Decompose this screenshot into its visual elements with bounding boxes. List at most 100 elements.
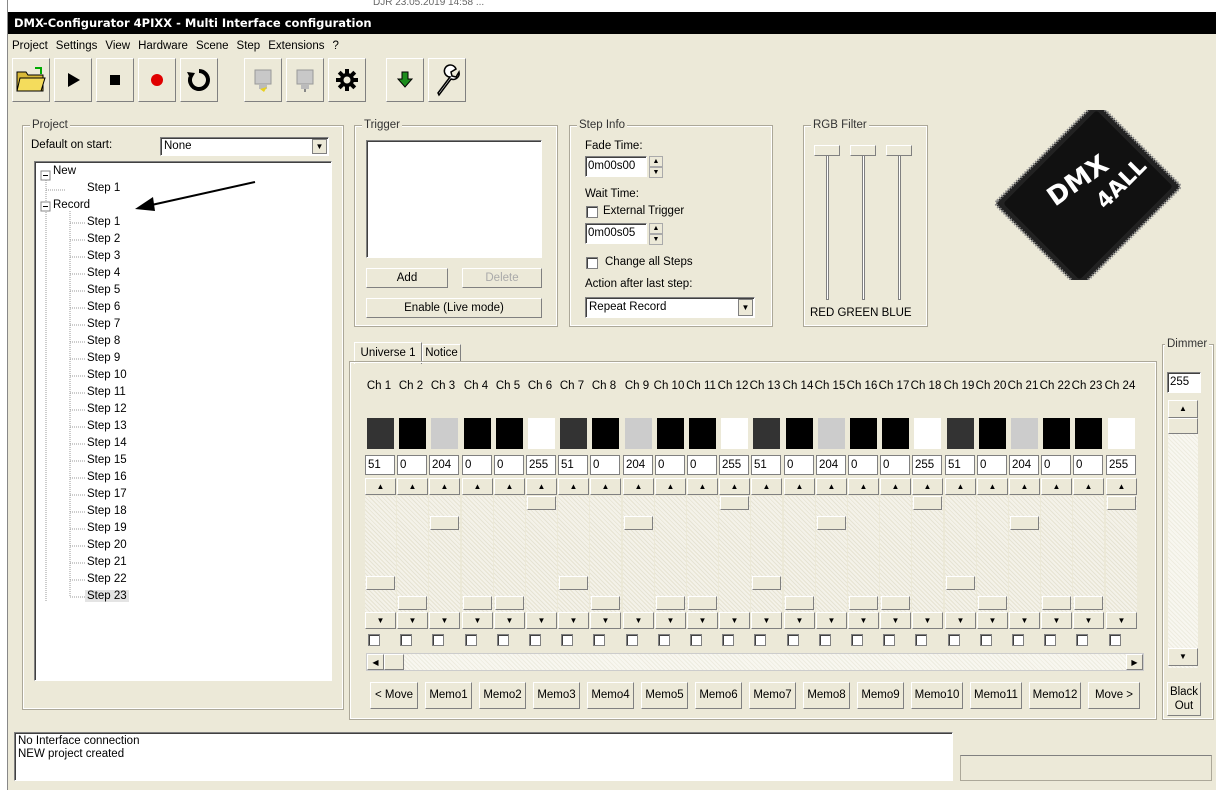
channel-slider-thumb[interactable] [720,496,749,510]
channel-down-button[interactable]: ▼ [494,612,525,629]
memo-button[interactable]: Memo5 [641,682,688,709]
move-left-button[interactable]: < Move [370,682,418,709]
channel-slider-track[interactable] [462,496,493,612]
channel-checkbox[interactable] [465,634,477,646]
channel-value-input[interactable]: 255 [526,455,556,475]
channel-slider-thumb[interactable] [398,596,427,610]
channel-value-input[interactable]: 255 [1106,455,1136,475]
channel-checkbox[interactable] [1012,634,1024,646]
open-folder-button[interactable] [12,58,50,102]
channel-down-button[interactable]: ▼ [816,612,847,629]
channel-down-button[interactable]: ▼ [429,612,460,629]
channel-up-button[interactable]: ▲ [526,478,557,495]
move-right-button[interactable]: Move > [1088,682,1140,709]
tree-item-record-step[interactable]: Step 6 [87,301,120,313]
memo-button[interactable]: Memo4 [587,682,634,709]
trigger-list[interactable] [366,140,542,258]
channel-down-button[interactable]: ▼ [719,612,750,629]
tree-item-record-step[interactable]: Step 7 [87,318,120,330]
channel-value-input[interactable]: 0 [494,455,524,475]
channel-value-input[interactable]: 204 [429,455,459,475]
channel-slider-thumb[interactable] [849,596,878,610]
channel-checkbox[interactable] [529,634,541,646]
menu-settings[interactable]: Settings [52,36,102,56]
tree-item-record-step[interactable]: Step 19 [87,522,127,534]
channel-value-input[interactable]: 0 [462,455,492,475]
channel-checkbox[interactable] [497,634,509,646]
channel-slider-track[interactable] [558,496,589,612]
channel-value-input[interactable]: 204 [816,455,846,475]
memo-button[interactable]: Memo2 [479,682,526,709]
channel-slider-thumb[interactable] [559,576,588,590]
channel-slider-thumb[interactable] [881,596,910,610]
channel-slider-track[interactable] [429,496,460,612]
play-button[interactable] [54,58,92,102]
channel-slider-thumb[interactable] [366,576,395,590]
channel-down-button[interactable]: ▼ [687,612,718,629]
memo-button[interactable]: Memo12 [1029,682,1081,709]
tree-node-new[interactable]: New [53,165,76,177]
channel-value-input[interactable]: 0 [1073,455,1103,475]
channel-checkbox[interactable] [819,634,831,646]
wait-time-input[interactable]: 0m00s05 [585,223,647,244]
menu-project[interactable]: Project [8,36,52,56]
tree-item-record-step[interactable]: Step 4 [87,267,120,279]
dimmer-down-button[interactable]: ▼ [1168,648,1198,666]
tree-item-record-step[interactable]: Step 20 [87,539,127,551]
tree-item-record-step[interactable]: Step 2 [87,233,120,245]
channel-value-input[interactable]: 0 [397,455,427,475]
channel-checkbox[interactable] [626,634,638,646]
tree-item-record-step[interactable]: Step 10 [87,369,127,381]
channel-value-input[interactable]: 0 [977,455,1007,475]
fade-time-down[interactable]: ▼ [649,167,663,178]
channel-up-button[interactable]: ▲ [880,478,911,495]
channel-checkbox[interactable] [690,634,702,646]
channel-checkbox[interactable] [658,634,670,646]
channel-scrollbar[interactable]: ◀ ▶ [366,653,1144,671]
channel-slider-track[interactable] [1009,496,1040,612]
channel-slider-thumb[interactable] [817,516,846,530]
channel-up-button[interactable]: ▲ [429,478,460,495]
channel-value-input[interactable]: 51 [945,455,975,475]
scroll-thumb[interactable] [384,654,404,670]
channel-checkbox[interactable] [980,634,992,646]
channel-up-button[interactable]: ▲ [719,478,750,495]
channel-slider-track[interactable] [590,496,621,612]
interface-plug-disabled-button[interactable] [286,58,324,102]
tree-item-record-step[interactable]: Step 11 [87,386,126,398]
channel-checkbox[interactable] [754,634,766,646]
channel-slider-track[interactable] [816,496,847,612]
channel-slider-thumb[interactable] [591,596,620,610]
dimmer-thumb[interactable] [1168,418,1198,434]
channel-down-button[interactable]: ▼ [848,612,879,629]
project-tree[interactable]: New Step 1 Record Step 1 Step 2 Step 3 Step… [34,161,332,681]
channel-down-button[interactable]: ▼ [1009,612,1040,629]
memo-button[interactable]: Memo11 [970,682,1022,709]
menu-scene[interactable]: Scene [192,36,233,56]
channel-slider-thumb[interactable] [913,496,942,510]
channel-up-button[interactable]: ▲ [397,478,428,495]
channel-up-button[interactable]: ▲ [1009,478,1040,495]
channel-up-button[interactable]: ▲ [977,478,1008,495]
channel-down-button[interactable]: ▼ [751,612,782,629]
fade-time-up[interactable]: ▲ [649,156,663,167]
memo-button[interactable]: Memo10 [911,682,963,709]
channel-up-button[interactable]: ▲ [590,478,621,495]
channel-up-button[interactable]: ▲ [816,478,847,495]
channel-slider-thumb[interactable] [1074,596,1103,610]
channel-slider-track[interactable] [397,496,428,612]
channel-checkbox[interactable] [787,634,799,646]
channel-slider-track[interactable] [880,496,911,612]
tree-item-record-step[interactable]: Step 15 [87,454,127,466]
channel-up-button[interactable]: ▲ [945,478,976,495]
dimmer-up-button[interactable]: ▲ [1168,400,1198,418]
scroll-left-button[interactable]: ◀ [367,654,384,670]
stop-button[interactable] [96,58,134,102]
fade-time-input[interactable]: 0m00s00 [585,156,647,177]
memo-button[interactable]: Memo7 [749,682,796,709]
memo-button[interactable]: Memo6 [695,682,742,709]
channel-checkbox[interactable] [593,634,605,646]
channel-value-input[interactable]: 0 [784,455,814,475]
channel-down-button[interactable]: ▼ [397,612,428,629]
trigger-add-button[interactable]: Add [366,268,448,288]
